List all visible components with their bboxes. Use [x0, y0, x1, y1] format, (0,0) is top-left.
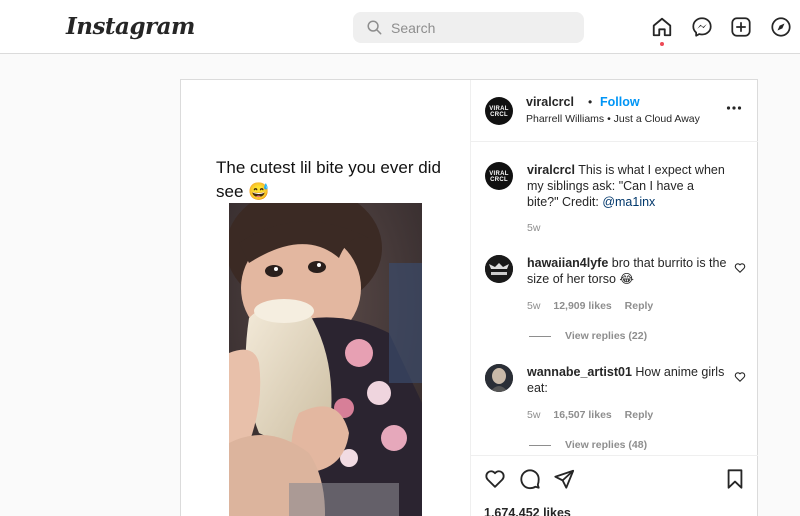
comment-username[interactable]: hawaiian4lyfe — [527, 256, 608, 270]
caption-time[interactable]: 5w — [527, 222, 540, 234]
reply-button[interactable]: Reply — [625, 409, 654, 421]
commenter-avatar[interactable] — [485, 255, 513, 283]
new-post-icon[interactable] — [730, 16, 752, 38]
messenger-icon[interactable] — [691, 16, 713, 38]
comment-meta: 5w 16,507 likes Reply — [527, 409, 663, 421]
commenter-avatar[interactable] — [485, 364, 513, 392]
top-navigation-bar: Instagram — [0, 0, 800, 54]
comment-time[interactable]: 5w — [527, 300, 540, 312]
caption-text: viralcrcl This is what I expect when my … — [527, 162, 727, 210]
explore-icon[interactable] — [770, 16, 792, 38]
separator-dot: • — [588, 95, 593, 109]
comment-time[interactable]: 5w — [527, 409, 540, 421]
save-bookmark-icon[interactable] — [724, 468, 746, 490]
post-video-frame[interactable] — [229, 203, 422, 516]
caption-author-avatar[interactable]: VIRAL CRCL — [485, 162, 513, 190]
replies-divider-line — [529, 444, 551, 446]
post-actions-bar: 1,674,452 likes — [471, 455, 758, 516]
author-username[interactable]: viralcrcl — [526, 95, 574, 109]
follow-button[interactable]: Follow — [600, 95, 640, 109]
comment-text: wannabe_artist01 How anime girls eat: — [527, 364, 727, 396]
home-icon[interactable] — [651, 16, 673, 38]
view-replies-label: View replies (22) — [565, 330, 648, 342]
post-media[interactable]: The cutest lil bite you ever did see 😅 — [181, 80, 471, 516]
post-header: VIRAL CRCL viralcrcl • Follow Pharrell W… — [471, 80, 758, 142]
more-options-icon[interactable] — [726, 100, 742, 116]
caption-username[interactable]: viralcrcl — [527, 163, 575, 177]
search-icon — [367, 20, 382, 35]
share-paper-plane-icon[interactable] — [553, 468, 575, 490]
search-box[interactable] — [353, 12, 584, 43]
view-replies-label: View replies (48) — [565, 439, 648, 451]
search-input[interactable] — [391, 17, 571, 38]
reply-button[interactable]: Reply — [625, 300, 654, 312]
author-avatar[interactable]: VIRAL CRCL — [485, 97, 513, 125]
comment-meta: 5w 12,909 likes Reply — [527, 300, 663, 312]
comment-likes-count[interactable]: 12,909 likes — [553, 300, 611, 312]
post-likes-count[interactable]: 1,674,452 likes — [484, 506, 571, 516]
notification-dot — [660, 42, 664, 46]
video-caption-overlay: The cutest lil bite you ever did see 😅 — [216, 158, 441, 201]
comment-likes-count[interactable]: 16,507 likes — [553, 409, 611, 421]
replies-divider-line — [529, 335, 551, 337]
view-replies-button[interactable]: View replies (22) — [529, 330, 647, 342]
commenter-avatar-image — [485, 255, 513, 283]
caption-meta: 5w — [527, 222, 550, 234]
view-replies-button[interactable]: View replies (48) — [529, 439, 647, 451]
instagram-logo[interactable]: Instagram — [66, 13, 195, 40]
audio-track-link[interactable]: Pharrell Williams • Just a Cloud Away — [526, 113, 700, 125]
post-side-panel: VIRAL CRCL viralcrcl • Follow Pharrell W… — [471, 80, 758, 516]
credit-mention-link[interactable]: @ma1inx — [602, 195, 655, 209]
comment-bubble-icon[interactable] — [519, 468, 541, 490]
comment-username[interactable]: wannabe_artist01 — [527, 365, 632, 379]
like-heart-icon[interactable] — [484, 468, 506, 490]
comment-like-heart-icon[interactable] — [734, 262, 746, 274]
comment-text: hawaiian4lyfe bro that burrito is the si… — [527, 255, 727, 287]
post-card: The cutest lil bite you ever did see 😅 V… — [180, 79, 758, 516]
commenter-avatar-image — [485, 364, 513, 392]
comment-like-heart-icon[interactable] — [734, 371, 746, 383]
